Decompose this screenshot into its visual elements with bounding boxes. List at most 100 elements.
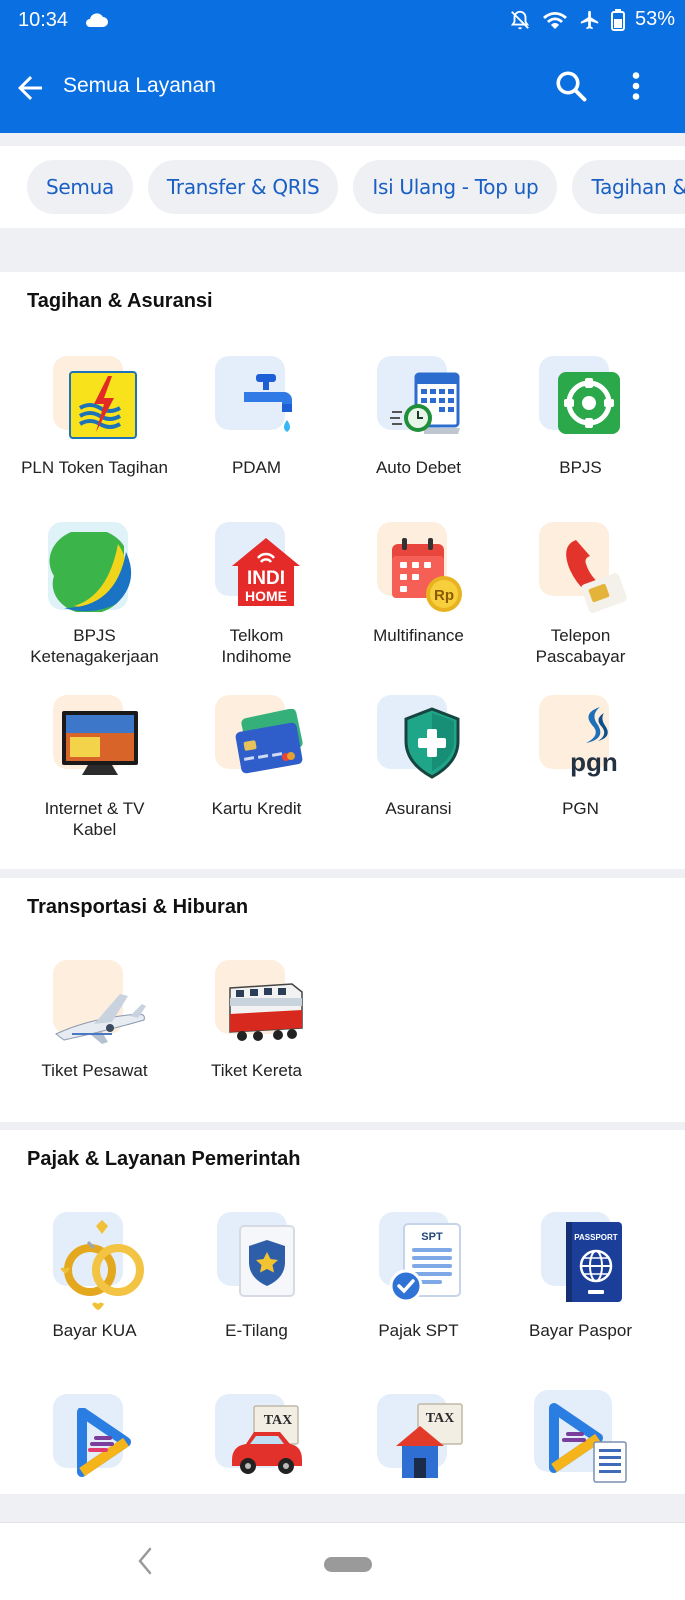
tv-monitor-icon — [62, 711, 138, 775]
chip-tagihan-asuransi[interactable]: Tagihan & Asuransi — [572, 160, 685, 214]
service-telkom-indihome[interactable]: INDI HOME Telkom Indihome — [174, 522, 339, 670]
pln-logo-icon — [69, 371, 137, 439]
service-auto-debet[interactable]: Auto Debet — [336, 356, 501, 477]
service-label: PGN — [562, 799, 599, 818]
service-label: Telkom Indihome — [221, 626, 292, 666]
service-label: Tiket Kereta — [210, 1061, 303, 1080]
service-label: BPJS — [559, 458, 602, 477]
section-title: Transportasi & Hiburan — [27, 896, 249, 918]
system-navigation-bar — [0, 1522, 685, 1600]
service-bayar-paspor[interactable]: PASSPORT Bayar Paspor — [498, 1212, 663, 1340]
service-label: Internet & TV Kabel — [44, 799, 145, 839]
battery-percent: 53% — [634, 8, 675, 30]
service-gov-2[interactable]: TAX — [174, 1394, 339, 1494]
service-internet-tv-kabel[interactable]: Internet & TV Kabel — [12, 695, 177, 843]
tax-text: TAX — [426, 1411, 455, 1426]
passport-text: PASSPORT — [574, 1233, 618, 1242]
bpjs-ketenagakerjaan-logo-icon — [49, 532, 132, 612]
service-kartu-kredit[interactable]: Kartu Kredit — [174, 695, 339, 843]
service-label: BPJS Ketenagakerjaan — [30, 626, 159, 666]
category-filter-bar: Semua Transfer & QRIS Isi Ulang - Top up… — [0, 146, 685, 228]
calendar-clock-icon — [390, 372, 460, 434]
search-button[interactable] — [553, 68, 589, 104]
section-title: Pajak & Layanan Pemerintah — [27, 1148, 301, 1170]
system-back-button[interactable] — [130, 1543, 160, 1579]
arrow-left-icon — [18, 76, 42, 100]
chevron-left-icon — [138, 1547, 152, 1575]
system-home-button[interactable] — [324, 1557, 372, 1572]
service-label: E-Tilang — [225, 1321, 288, 1340]
shield-plus-icon — [404, 707, 460, 779]
service-bpjs[interactable]: BPJS — [498, 356, 663, 477]
tax-text: TAX — [264, 1413, 293, 1428]
credit-card-icon — [235, 709, 303, 774]
back-button[interactable] — [12, 70, 48, 106]
service-label: Bayar KUA — [52, 1321, 137, 1340]
spt-document-icon: SPT — [389, 1223, 461, 1303]
water-tap-icon — [244, 374, 292, 432]
app-header: 10:34 53% Semua Layanan — [0, 0, 685, 133]
service-gov-4[interactable] — [498, 1390, 663, 1494]
calendar-coin-icon: Rp — [392, 538, 462, 612]
train-icon — [229, 983, 303, 1041]
service-gov-3[interactable]: TAX — [336, 1394, 501, 1494]
pgn-text: pgn — [570, 747, 618, 777]
service-tiket-pesawat[interactable]: Tiket Pesawat — [12, 960, 177, 1090]
airplane-icon — [55, 994, 146, 1044]
gov-app-logo-icon — [77, 1408, 131, 1477]
service-pdam[interactable]: PDAM — [174, 356, 339, 477]
service-label: Bayar Paspor — [529, 1321, 632, 1340]
status-bar: 10:34 53% — [0, 0, 685, 42]
service-label: Kartu Kredit — [211, 799, 302, 818]
section-pajak-pemerintah: Pajak & Layanan Pemerintah Bayar KUA E-T… — [0, 1130, 685, 1494]
police-badge-icon — [239, 1225, 295, 1297]
app-bar: Semua Layanan — [0, 60, 685, 116]
cloud-icon — [84, 11, 108, 34]
service-pgn[interactable]: pgn PGN — [498, 695, 663, 843]
bpjs-logo-icon — [558, 372, 620, 434]
service-bpjs-ketenagakerjaan[interactable]: BPJS Ketenagakerjaan — [12, 522, 177, 670]
service-label: Multifinance — [373, 626, 464, 645]
service-gov-1[interactable] — [12, 1394, 177, 1494]
wedding-rings-icon — [60, 1220, 144, 1310]
vehicle-tax-icon: TAX — [232, 1405, 302, 1474]
more-vert-icon — [632, 72, 640, 100]
service-label: Asuransi — [385, 799, 452, 818]
service-pajak-spt[interactable]: SPT Pajak SPT — [336, 1212, 501, 1340]
service-label: Telepon Pascabayar — [535, 626, 626, 666]
indihome-text-top: INDI — [247, 568, 285, 589]
service-label: Pajak SPT — [378, 1321, 459, 1340]
spt-text: SPT — [421, 1231, 443, 1243]
service-asuransi[interactable]: Asuransi — [336, 695, 501, 843]
chip-isi-ulang[interactable]: Isi Ulang - Top up — [353, 160, 558, 214]
chip-transfer-qris[interactable]: Transfer & QRIS — [147, 160, 339, 214]
section-title: Tagihan & Asuransi — [27, 290, 213, 312]
property-tax-icon: TAX — [396, 1403, 463, 1478]
service-label: PDAM — [231, 458, 282, 477]
phone-simcard-icon — [566, 540, 627, 613]
airplane-mode-icon — [580, 10, 599, 29]
service-label: Auto Debet — [375, 458, 462, 477]
more-options-button[interactable] — [618, 68, 654, 104]
service-telepon-pascabayar[interactable]: Telepon Pascabayar — [498, 522, 663, 670]
passport-icon: PASSPORT — [566, 1222, 622, 1302]
pgn-logo-icon: pgn — [570, 707, 618, 777]
service-e-tilang[interactable]: E-Tilang — [174, 1212, 339, 1340]
status-icons: 53% — [509, 8, 675, 31]
page-title: Semua Layanan — [63, 74, 216, 97]
service-label: Tiket Pesawat — [41, 1061, 148, 1080]
gov-app-document-icon — [549, 1403, 627, 1483]
service-bayar-kua[interactable]: Bayar KUA — [12, 1212, 177, 1340]
chip-semua[interactable]: Semua — [27, 160, 133, 214]
service-pln[interactable]: PLN Token Tagihan — [12, 356, 177, 477]
indihome-text-bottom: HOME — [245, 588, 287, 604]
service-multifinance[interactable]: Rp Multifinance — [336, 522, 501, 670]
service-tiket-kereta[interactable]: Tiket Kereta — [174, 960, 339, 1090]
indihome-logo-icon: INDI HOME — [232, 538, 300, 606]
section-transportasi-hiburan: Transportasi & Hiburan Tiket Pesawat Tik… — [0, 878, 685, 1122]
wifi-icon — [542, 11, 567, 29]
service-label: PLN Token Tagihan — [21, 458, 168, 477]
coin-rp-text: Rp — [434, 587, 454, 604]
search-icon — [556, 71, 587, 102]
mute-notification-icon — [510, 10, 530, 29]
